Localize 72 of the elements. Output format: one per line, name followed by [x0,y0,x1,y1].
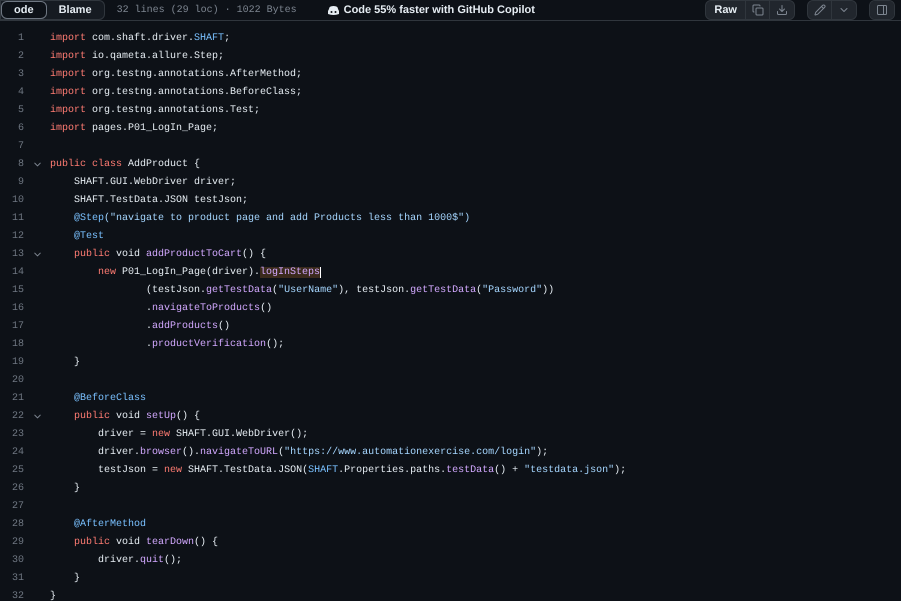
view-tab[interactable]: Blame [46,1,104,19]
code-line: } [73,482,82,494]
line-number: 8 [16,158,24,170]
copilot-notice[interactable]: Code 55% faster with GitHub Copilot [326,4,535,16]
line-number: 5 [16,104,24,116]
code-line: driver.browser().navigateToURL("https://www.automationexercise.com/login"); [97,446,550,458]
line-number: 1 [16,32,24,44]
line-number: 24 [10,446,24,458]
line-number: 7 [16,140,24,152]
code-line: @Step("navigate to product page and add Products less than 1000$") [73,212,472,224]
line-number: 17 [10,320,24,332]
line-number: 13 [10,248,24,260]
code-line: } [73,572,82,584]
code-line: import pages.P01_LogIn_Page; [50,122,220,134]
code-line: public void addProductToCart() { [73,248,268,260]
code-line: .addProducts() [145,320,232,332]
line-number: 9 [16,176,24,188]
line-number: 22 [10,410,24,422]
code-line: @Test [73,230,106,242]
view-tab[interactable]: ode [1,1,47,19]
line-number: 19 [10,356,24,368]
code-line: @BeforeClass [73,392,148,404]
line-number: 31 [10,572,24,584]
line-number: 11 [10,212,24,224]
line-number: 10 [10,194,24,206]
code-line: import org.testng.annotations.Test; [50,104,262,116]
download-icon [776,4,788,16]
line-number: 32 [10,590,24,601]
code-line: import org.testng.annotations.AfterMethod; [50,68,304,80]
line-number: 30 [10,554,24,566]
line-number: 14 [10,266,24,278]
line-number: 6 [16,122,24,134]
line-number: 3 [16,68,24,80]
code-line: public class AddProduct { [50,158,202,170]
code-line: SHAFT.TestData.JSON testJson; [73,194,250,206]
line-number: 2 [16,50,24,62]
code-line: SHAFT.GUI.WebDriver driver; [73,176,238,188]
code-line: @AfterMethod [73,518,148,530]
code-line: } [50,590,58,601]
line-number: 20 [10,374,24,386]
code-line: import org.testng.annotations.BeforeClass; [50,86,304,98]
code-line: (testJson.getTestData("UserName"), testJson.getTestData("Password")) [145,284,556,296]
raw-button[interactable]: Raw [706,1,746,19]
edit-button[interactable] [808,1,832,19]
line-number: 12 [10,230,24,242]
code-line: import io.qameta.allure.Step; [50,50,226,62]
line-number: 26 [10,482,24,494]
line-number: 25 [10,464,24,476]
line-number: 27 [10,500,24,512]
code-line: .productVerification(); [145,338,286,350]
file-info: 32 lines (29 loc) · 1022 Bytes [116,4,297,16]
line-number: 29 [10,536,24,548]
panel-icon [876,4,888,16]
code-line: .navigateToProducts() [145,302,274,314]
code-line: driver.quit(); [97,554,184,566]
code-line: new P01_LogIn_Page(driver).logInSteps [97,266,322,278]
code-line: } [73,356,82,368]
code-line: public void setUp() { [73,410,202,422]
line-number: 21 [10,392,24,404]
copy-icon [752,4,764,16]
line-number: 23 [10,428,24,440]
line-number: 18 [10,338,24,350]
line-number: 28 [10,518,24,530]
code-line: import com.shaft.driver.SHAFT; [50,32,232,44]
pencil-icon [814,4,826,16]
code-line: testJson = new SHAFT.TestData.JSON(SHAFT.Properties.paths.testData() + "testdata.json"); [97,464,628,476]
line-number: 16 [10,302,24,314]
line-number: 15 [10,284,24,296]
code-line: driver = new SHAFT.GUI.WebDriver(); [97,428,310,440]
code-line: public void tearDown() { [73,536,220,548]
copilot-icon [326,4,340,16]
line-number: 4 [16,86,24,98]
